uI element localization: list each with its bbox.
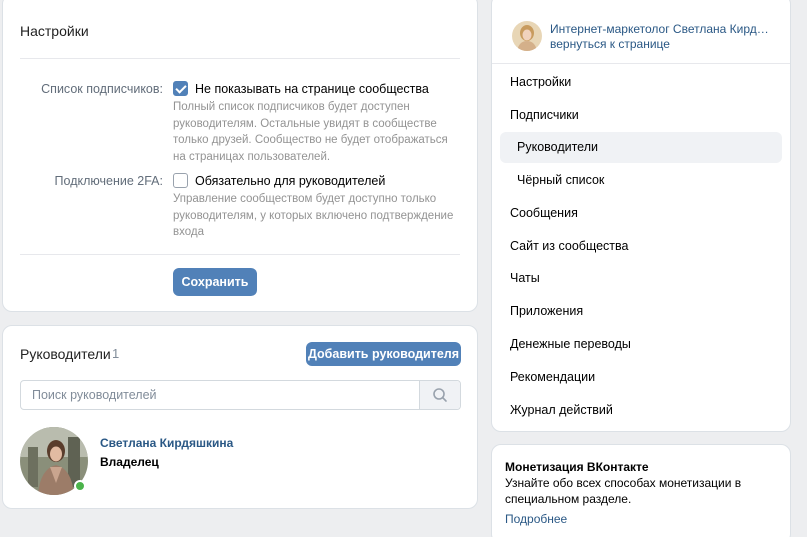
sidebar-item-messages[interactable]: Сообщения: [500, 198, 782, 229]
search-icon: [433, 388, 447, 402]
sidebar-item-recommendations[interactable]: Рекомендации: [500, 362, 782, 393]
divider: [20, 58, 460, 59]
community-avatar-icon: [512, 21, 542, 51]
search-button[interactable]: [419, 381, 460, 409]
online-indicator: [74, 480, 86, 492]
subscribers-label: Список подписчиков:: [41, 82, 163, 96]
settings-card: Настройки Список подписчиков: Не показыв…: [2, 0, 478, 312]
back-to-page-link[interactable]: вернуться к странице: [550, 37, 670, 51]
divider: [492, 63, 790, 64]
settings-title: Настройки: [20, 23, 89, 39]
subscribers-option-label[interactable]: Не показывать на странице сообщества: [195, 82, 429, 96]
sidebar-item-blacklist[interactable]: Чёрный список: [500, 165, 782, 196]
monetization-title: Монетизация ВКонтакте: [505, 460, 649, 474]
twofa-hint: Управление сообществом будет доступно то…: [173, 193, 454, 238]
sidebar-item-chats[interactable]: Чаты: [500, 263, 782, 294]
divider: [20, 254, 460, 255]
sidebar-item-transfers[interactable]: Денежные переводы: [500, 329, 782, 360]
add-manager-button[interactable]: Добавить руководителя: [306, 342, 461, 366]
sidebar-item-site[interactable]: Сайт из сообщества: [500, 231, 782, 262]
managers-title: Руководители: [20, 346, 111, 362]
manager-role: Владелец: [100, 455, 159, 469]
monetization-text: Узнайте обо всех способах монетизации в …: [505, 476, 742, 506]
sidebar-item-managers[interactable]: Руководители: [500, 132, 782, 163]
sidebar-item-subscribers[interactable]: Подписчики: [500, 100, 782, 131]
managers-count: 1: [112, 346, 120, 361]
sidebar-item-apps[interactable]: Приложения: [500, 296, 782, 327]
sidebar-item-settings[interactable]: Настройки: [500, 67, 782, 98]
twofa-label: Подключение 2FA:: [54, 174, 163, 188]
manager-name[interactable]: Светлана Кирдяшкина: [100, 436, 233, 450]
save-button[interactable]: Сохранить: [173, 268, 257, 296]
owner-name-link[interactable]: Интернет-маркетолог Светлана Кирдяшк...: [550, 22, 772, 36]
managers-card: Руководители 1 Добавить руководителя Пои…: [2, 325, 478, 509]
twofa-option-label[interactable]: Обязательно для руководителей: [195, 174, 385, 188]
twofa-checkbox[interactable]: [173, 173, 188, 188]
monetization-card: Монетизация ВКонтакте Узнайте обо всех с…: [491, 444, 791, 537]
subscribers-hint: Полный список подписчиков будет доступен…: [173, 101, 448, 163]
sidebar-item-activity-log[interactable]: Журнал действий: [500, 395, 782, 426]
subscribers-checkbox[interactable]: [173, 81, 188, 96]
search-input[interactable]: [21, 381, 419, 409]
sidebar-menu: Интернет-маркетолог Светлана Кирдяшк... …: [491, 0, 791, 432]
community-avatar[interactable]: [512, 21, 542, 51]
monetization-more-link[interactable]: Подробнее: [505, 512, 567, 526]
manager-search: [20, 380, 461, 410]
